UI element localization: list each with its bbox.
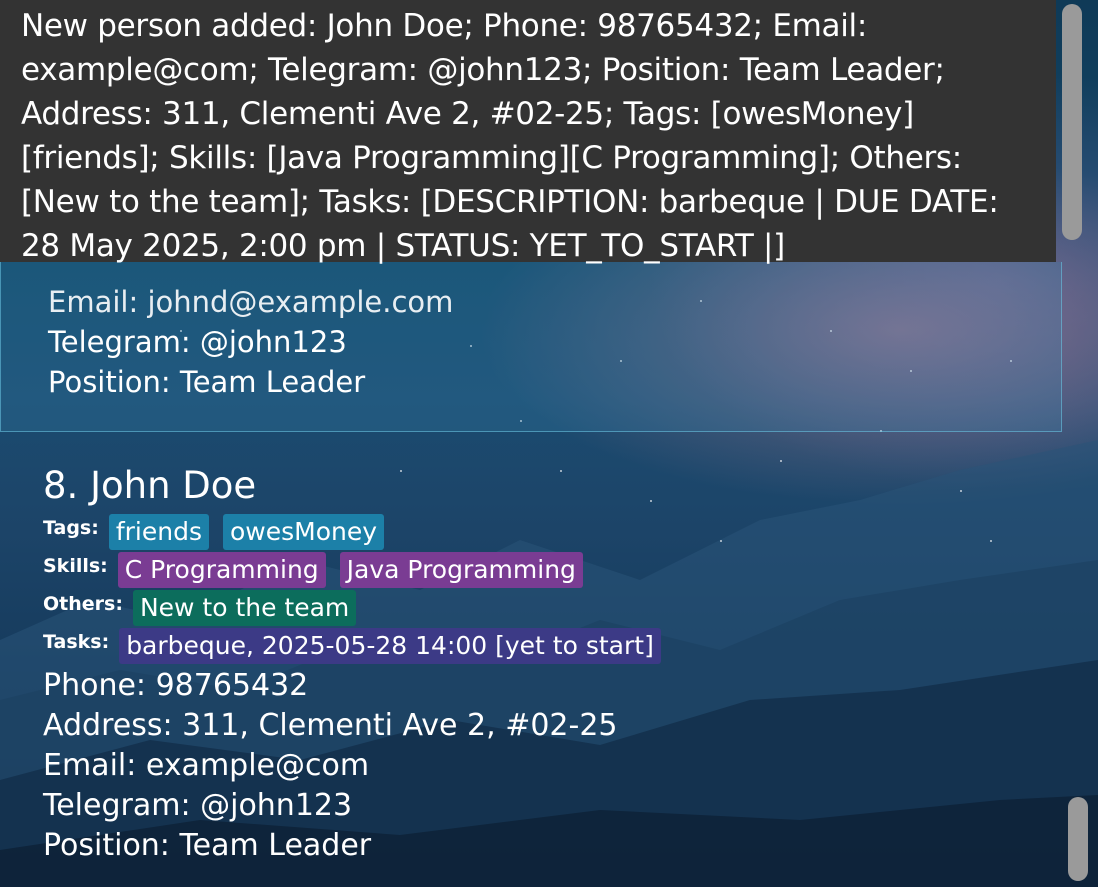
skills-row: Skills: C Programming Java Programming [43,552,1062,590]
task-chip: barbeque, 2025-05-28 14:00 [yet to start… [119,628,661,664]
result-message: New person added: John Doe; Phone: 98765… [21,8,999,264]
person-email: Email: example@com [43,748,370,783]
person-card-previous[interactable]: Email: johnd@example.com Telegram: @john… [0,262,1062,432]
person-telegram: Telegram: @john123 [43,788,353,823]
person-telegram: Telegram: @john123 [48,325,347,359]
result-scrollbar[interactable] [1062,4,1082,240]
others-row: Others: New to the team [43,590,1062,628]
other-chip: New to the team [132,590,357,626]
others-label: Others: [43,593,123,615]
tag-chip: friends [108,514,209,550]
person-phone: Phone: 98765432 [43,668,309,703]
skills-label: Skills: [43,555,108,577]
person-position: Position: Team Leader [43,828,372,863]
tags-row: Tags: friends owesMoney [43,514,1062,552]
person-details: Phone: 98765432 Address: 311, Clementi A… [43,666,1062,866]
person-email: Email: johnd@example.com [48,285,454,319]
tags-label: Tags: [43,517,99,539]
person-name: 8. John Doe [43,464,257,507]
person-card[interactable]: 8. John Doe Tags: friends owesMoney Skil… [0,440,1062,880]
tasks-label: Tasks: [43,631,110,653]
tasks-row: Tasks: barbeque, 2025-05-28 14:00 [yet t… [43,628,1062,666]
skill-chip: C Programming [117,552,326,588]
tag-chip: owesMoney [223,514,385,550]
person-position: Position: Team Leader [48,365,366,399]
result-display[interactable]: New person added: John Doe; Phone: 98765… [0,0,1056,264]
person-address: Address: 311, Clementi Ave 2, #02-25 [43,708,618,743]
person-list-scrollbar[interactable] [1068,797,1088,881]
skill-chip: Java Programming [339,552,583,588]
